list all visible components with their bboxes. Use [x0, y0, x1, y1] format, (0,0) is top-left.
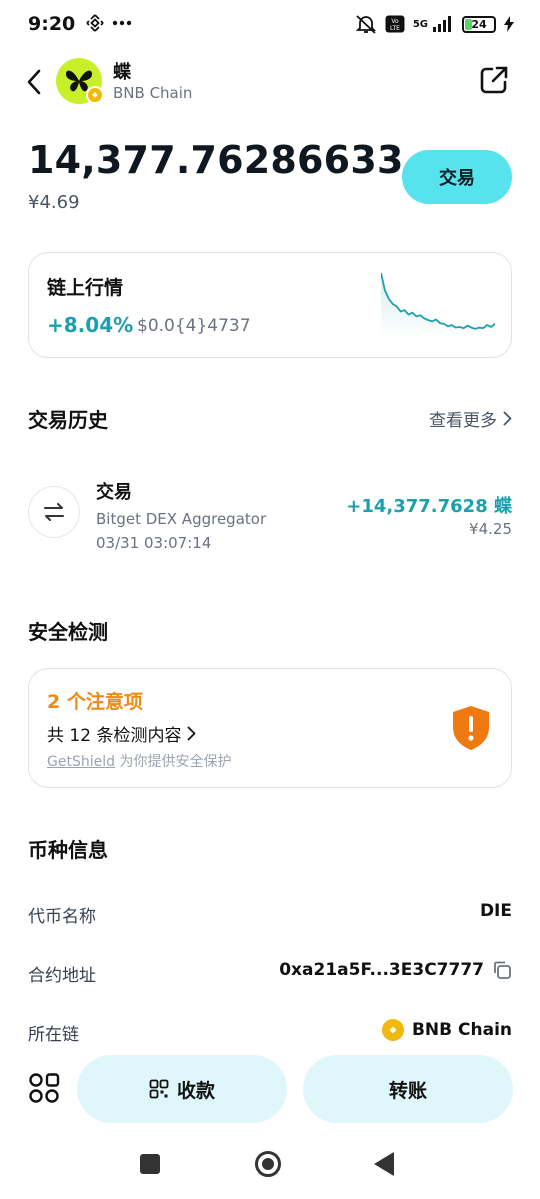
apps-button[interactable]: [28, 1072, 60, 1104]
svg-text:LTE: LTE: [390, 25, 400, 32]
transfer-label: 转账: [388, 1079, 427, 1102]
bnb-chain-icon: [381, 1019, 404, 1041]
external-link-icon: [480, 66, 508, 94]
chain-name: BNB Chain: [113, 84, 193, 102]
transaction-date: 03/31 03:07:14: [96, 534, 212, 552]
info-value: BNB Chain: [381, 1019, 512, 1041]
more-dots-icon: [112, 20, 132, 26]
security-title: 安全检测: [28, 620, 108, 644]
transaction-type: 交易: [96, 482, 132, 503]
binance-icon: [86, 14, 104, 32]
security-provider-text: 为你提供安全保护: [119, 754, 232, 770]
info-label: 代币名称: [28, 907, 96, 927]
info-value: 0xa21a5F...3E3C7777: [279, 960, 512, 980]
price-change: +8.04%: [47, 313, 134, 337]
battery-level: 24: [471, 17, 487, 31]
chain-value: BNB Chain: [411, 1020, 512, 1040]
battery-icon: 24: [462, 15, 496, 33]
bottom-action-bar: 收款 转账: [0, 1050, 540, 1130]
share-button[interactable]: [478, 64, 510, 96]
view-more-label: 查看更多: [429, 411, 497, 431]
contract-address: 0xa21a5F...3E3C7777: [279, 960, 484, 980]
chevron-right-icon: [188, 726, 196, 741]
trade-button[interactable]: 交易: [402, 150, 512, 204]
receive-label: 收款: [176, 1079, 215, 1102]
back-button[interactable]: [20, 64, 48, 100]
qr-code-icon: [149, 1079, 169, 1099]
transaction-source: Bitget DEX Aggregator: [96, 510, 267, 528]
balance-fiat-value: ¥4.69: [28, 192, 80, 213]
svg-text:Vo: Vo: [391, 18, 399, 25]
back-triangle-icon[interactable]: [374, 1152, 394, 1176]
system-nav-bar: [0, 1138, 540, 1199]
info-label: 合约地址: [28, 966, 96, 986]
swap-icon: [28, 486, 80, 538]
token-price: $0.0{4}4737: [137, 316, 251, 336]
security-provider: GetShield 为你提供安全保护: [47, 751, 231, 771]
token-name: 蝶: [113, 62, 131, 83]
status-time: 9:20: [28, 13, 76, 35]
recent-apps-icon[interactable]: [140, 1154, 160, 1174]
status-bar: 9:20 Vo LTE 5G 24: [0, 0, 540, 50]
transaction-amount: +14,377.7628 蝶: [346, 496, 512, 517]
sparkline-area: [381, 273, 495, 339]
charging-icon: [504, 16, 514, 32]
info-row-token-name: 代币名称 DIE: [28, 898, 512, 928]
shield-warning-icon: [453, 706, 489, 750]
price-sparkline: [381, 272, 495, 339]
signal-icon: [433, 16, 451, 32]
copy-icon[interactable]: [492, 960, 512, 980]
transaction-item[interactable]: 交易 Bitget DEX Aggregator 03/31 03:07:14 …: [28, 470, 512, 560]
home-icon[interactable]: [255, 1151, 281, 1177]
chevron-right-icon: [503, 411, 512, 426]
transfer-button[interactable]: 转账: [303, 1055, 513, 1123]
security-checks-label: 共 12 条检测内容: [47, 726, 182, 746]
token-balance: 14,377.76286633: [28, 138, 404, 182]
security-checks-link[interactable]: 共 12 条检测内容: [47, 721, 196, 746]
info-row-contract-address: 合约地址 0xa21a5F...3E3C7777: [28, 957, 512, 987]
info-label: 所在链: [28, 1025, 79, 1045]
info-row-chain: 所在链 BNB Chain: [28, 1016, 512, 1046]
chevron-left-icon: [27, 69, 41, 95]
view-more-link[interactable]: 查看更多: [429, 406, 512, 431]
token-header: 蝶 BNB Chain: [0, 52, 540, 112]
network-label: 5G: [412, 18, 428, 30]
grid-icon: [29, 1073, 60, 1103]
receive-button[interactable]: 收款: [77, 1055, 287, 1123]
mute-icon: [355, 15, 377, 34]
token-symbol: DIE: [479, 901, 512, 921]
market-card[interactable]: 链上行情 +8.04% $0.0{4}4737: [28, 252, 512, 358]
security-warning-count: 2 个注意项: [47, 691, 143, 713]
history-title: 交易历史: [28, 408, 108, 432]
getshield-link[interactable]: GetShield: [47, 754, 115, 770]
info-value: DIE: [480, 901, 512, 921]
transaction-fiat: ¥4.25: [469, 520, 512, 538]
bnb-chain-badge-icon: [86, 86, 104, 104]
security-card[interactable]: 2 个注意项 共 12 条检测内容 GetShield 为你提供安全保护: [28, 668, 512, 788]
volte-icon: VoLTE: [385, 15, 405, 33]
market-title: 链上行情: [47, 277, 124, 299]
token-info-title: 币种信息: [28, 838, 108, 862]
